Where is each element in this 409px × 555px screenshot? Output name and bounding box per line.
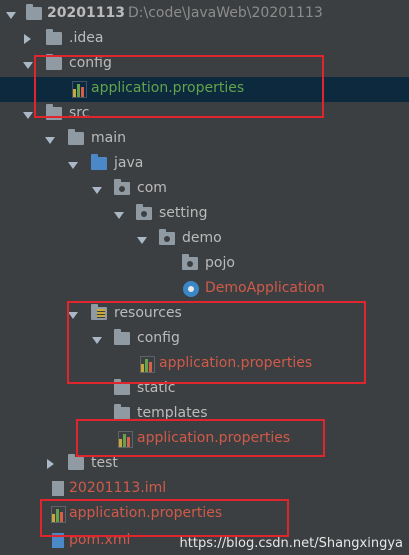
- tree-row-config[interactable]: config: [0, 52, 409, 77]
- tree-row-project[interactable]: 20201113 D:\code\JavaWeb\20201113: [0, 2, 409, 27]
- tree-label-main: main: [91, 130, 126, 146]
- collapse-arrow-icon[interactable]: [24, 34, 31, 44]
- tree-row-resources-properties[interactable]: application.properties: [0, 427, 409, 452]
- expand-arrow-icon[interactable]: [92, 337, 102, 344]
- maven-file-icon: [52, 533, 64, 548]
- properties-file-icon: [72, 81, 87, 98]
- expand-arrow-icon[interactable]: [45, 137, 55, 144]
- properties-file-icon: [118, 431, 133, 448]
- tree-label-templates: templates: [137, 405, 208, 421]
- folder-icon: [114, 379, 130, 395]
- folder-icon: [114, 404, 130, 420]
- java-class-icon: [183, 281, 199, 297]
- tree-row-src[interactable]: src: [0, 102, 409, 127]
- tree-row-resources-config[interactable]: config: [0, 327, 409, 352]
- expand-arrow-icon[interactable]: [137, 237, 147, 244]
- tree-label-resources: resources: [114, 305, 182, 321]
- folder-icon: [114, 329, 130, 345]
- expand-arrow-icon[interactable]: [23, 112, 33, 119]
- project-path: D:\code\JavaWeb\20201113: [128, 5, 323, 21]
- tree-label-resources-properties: application.properties: [137, 430, 291, 446]
- project-folder-icon: [26, 4, 42, 20]
- tree-label-static: static: [137, 380, 176, 396]
- tree-row-resources[interactable]: resources: [0, 302, 409, 327]
- tree-row-static[interactable]: static: [0, 377, 409, 402]
- tree-label-pom: pom.xml: [69, 532, 131, 548]
- tree-label-config: config: [69, 55, 112, 71]
- folder-icon: [46, 54, 62, 70]
- folder-icon: [46, 104, 62, 120]
- tree-label-config-properties: application.properties: [91, 80, 245, 96]
- tree-label-demo-application: DemoApplication: [205, 280, 325, 296]
- collapse-arrow-icon[interactable]: [47, 459, 54, 469]
- source-folder-icon: [91, 154, 107, 170]
- folder-icon: [68, 129, 84, 145]
- project-name: 20201113: [47, 5, 125, 21]
- expand-arrow-icon[interactable]: [6, 12, 16, 19]
- package-icon: [136, 204, 152, 220]
- tree-label-com: com: [137, 180, 167, 196]
- folder-icon: [46, 29, 62, 45]
- tree-label-test: test: [91, 455, 118, 471]
- tree-row-templates[interactable]: templates: [0, 402, 409, 427]
- tree-row-pojo[interactable]: pojo: [0, 252, 409, 277]
- tree-label-src: src: [69, 105, 90, 121]
- tree-row-root-properties[interactable]: application.properties: [0, 502, 409, 527]
- expand-arrow-icon[interactable]: [23, 62, 33, 69]
- properties-file-icon: [140, 356, 155, 373]
- tree-row-idea[interactable]: .idea: [0, 27, 409, 52]
- tree-row-resources-config-properties[interactable]: application.properties: [0, 352, 409, 377]
- expand-arrow-icon[interactable]: [114, 212, 124, 219]
- tree-label-demo: demo: [182, 230, 222, 246]
- tree-label-setting: setting: [159, 205, 208, 221]
- tree-label-pojo: pojo: [205, 255, 235, 271]
- tree-label-idea: .idea: [69, 30, 104, 46]
- expand-arrow-icon[interactable]: [68, 162, 78, 169]
- tree-row-demo-application[interactable]: DemoApplication: [0, 277, 409, 302]
- tree-label-resources-config: config: [137, 330, 180, 346]
- folder-icon: [68, 454, 84, 470]
- tree-label-java: java: [114, 155, 144, 171]
- tree-label-iml: 20201113.iml: [69, 480, 167, 496]
- tree-row-iml[interactable]: 20201113.iml: [0, 477, 409, 502]
- tree-row-main[interactable]: main: [0, 127, 409, 152]
- expand-arrow-icon[interactable]: [92, 187, 102, 194]
- tree-row-setting[interactable]: setting: [0, 202, 409, 227]
- properties-file-icon: [51, 506, 66, 523]
- expand-arrow-icon[interactable]: [68, 312, 78, 319]
- tree-label-resources-config-properties: application.properties: [159, 355, 313, 371]
- tree-row-demo[interactable]: demo: [0, 227, 409, 252]
- package-icon: [182, 254, 198, 270]
- tree-row-test[interactable]: test: [0, 452, 409, 477]
- tree-row-config-properties[interactable]: application.properties: [0, 77, 409, 102]
- iml-file-icon: [52, 481, 64, 496]
- tree-row-java[interactable]: java: [0, 152, 409, 177]
- watermark-text: https://blog.csdn.net/Shangxingya: [179, 536, 403, 551]
- resources-folder-icon: [91, 304, 107, 320]
- package-icon: [159, 229, 175, 245]
- tree-row-com[interactable]: com: [0, 177, 409, 202]
- tree-label-root-properties: application.properties: [69, 505, 223, 521]
- package-icon: [114, 179, 130, 195]
